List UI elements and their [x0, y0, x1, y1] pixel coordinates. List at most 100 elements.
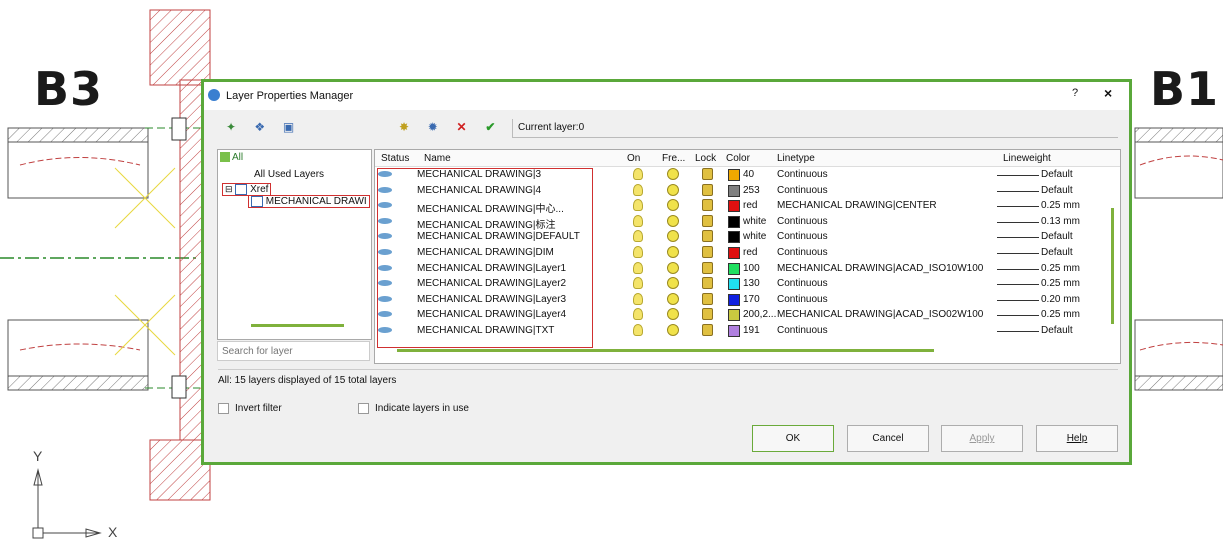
color-swatch[interactable]: [728, 262, 740, 275]
vertical-scrollbar[interactable]: [1111, 208, 1114, 324]
close-button[interactable]: ×: [1104, 85, 1112, 101]
lineweight[interactable]: Default: [1041, 185, 1073, 196]
set-current-icon[interactable]: ✔: [481, 120, 499, 136]
tree-scrollbar[interactable]: [251, 324, 344, 327]
title-bar[interactable]: Layer Properties Manager ? ×: [204, 82, 1129, 110]
lock-icon[interactable]: [702, 308, 713, 321]
lock-icon[interactable]: [702, 168, 713, 180]
on-bulb-icon[interactable]: [633, 277, 643, 290]
delete-layer-icon[interactable]: ✕: [453, 120, 471, 136]
horizontal-scrollbar[interactable]: [397, 349, 934, 352]
ok-button[interactable]: OK: [752, 425, 834, 452]
col-lineweight[interactable]: Lineweight: [1003, 153, 1051, 164]
cancel-button[interactable]: Cancel: [847, 425, 929, 452]
linetype[interactable]: MECHANICAL DRAWING|ACAD_ISO10W100: [777, 263, 983, 274]
lineweight[interactable]: 0.13 mm: [1041, 216, 1080, 227]
tree-node-all-used[interactable]: All Used Layers: [254, 169, 324, 180]
on-bulb-icon[interactable]: [633, 308, 643, 321]
collapse-icon[interactable]: ⊟: [225, 184, 233, 194]
freeze-sun-icon[interactable]: [667, 324, 679, 336]
linetype[interactable]: Continuous: [777, 216, 828, 227]
linetype[interactable]: Continuous: [777, 169, 828, 180]
linetype[interactable]: Continuous: [777, 185, 828, 196]
lock-icon[interactable]: [702, 277, 713, 290]
lock-icon[interactable]: [702, 292, 713, 305]
freeze-sun-icon[interactable]: [667, 168, 679, 180]
on-bulb-icon[interactable]: [633, 183, 643, 196]
color-swatch[interactable]: [728, 169, 740, 181]
on-bulb-icon[interactable]: [633, 292, 643, 305]
linetype[interactable]: MECHANICAL DRAWING|ACAD_ISO02W100: [777, 309, 983, 320]
help-button-bottom[interactable]: Help: [1036, 425, 1118, 452]
checkbox-box[interactable]: [218, 403, 229, 414]
col-freeze[interactable]: Fre...: [662, 153, 685, 164]
on-bulb-icon[interactable]: [633, 168, 643, 180]
lock-icon[interactable]: [702, 214, 713, 227]
lineweight[interactable]: 0.25 mm: [1041, 200, 1080, 211]
color-swatch[interactable]: [728, 231, 740, 244]
freeze-sun-icon[interactable]: [667, 183, 679, 196]
col-lock[interactable]: Lock: [695, 153, 716, 164]
on-bulb-icon[interactable]: [633, 246, 643, 258]
lock-icon[interactable]: [702, 324, 713, 336]
layer-states-icon[interactable]: ▣: [280, 120, 298, 136]
col-color[interactable]: Color: [726, 153, 750, 164]
on-bulb-icon[interactable]: [633, 261, 643, 274]
lineweight[interactable]: 0.25 mm: [1041, 263, 1080, 274]
linetype[interactable]: Continuous: [777, 247, 828, 258]
lineweight[interactable]: 0.20 mm: [1041, 294, 1080, 305]
color-swatch[interactable]: [728, 215, 740, 228]
apply-button[interactable]: Apply: [941, 425, 1023, 452]
lineweight[interactable]: Default: [1041, 231, 1073, 242]
color-swatch[interactable]: [728, 309, 740, 322]
lineweight[interactable]: 0.25 mm: [1041, 309, 1080, 320]
indicate-layers-checkbox[interactable]: Indicate layers in use: [358, 403, 469, 414]
linetype[interactable]: Continuous: [777, 294, 828, 305]
lineweight[interactable]: Default: [1041, 169, 1073, 180]
lock-icon[interactable]: [702, 246, 713, 258]
on-bulb-icon[interactable]: [633, 324, 643, 336]
linetype[interactable]: MECHANICAL DRAWING|CENTER: [777, 200, 937, 211]
freeze-sun-icon[interactable]: [667, 199, 679, 212]
color-swatch[interactable]: [728, 293, 740, 306]
col-status[interactable]: Status: [381, 153, 409, 164]
color-swatch[interactable]: [728, 200, 740, 213]
lineweight[interactable]: Default: [1041, 247, 1073, 258]
color-swatch[interactable]: [728, 184, 740, 197]
col-on[interactable]: On: [627, 153, 640, 164]
freeze-sun-icon[interactable]: [667, 277, 679, 290]
freeze-sun-icon[interactable]: [667, 230, 679, 243]
freeze-sun-icon[interactable]: [667, 292, 679, 305]
linetype[interactable]: Continuous: [777, 325, 828, 336]
search-input[interactable]: [217, 341, 370, 361]
color-swatch[interactable]: [728, 278, 740, 291]
col-name[interactable]: Name: [424, 153, 451, 164]
on-bulb-icon[interactable]: [633, 199, 643, 212]
on-bulb-icon[interactable]: [633, 214, 643, 227]
lock-icon[interactable]: [702, 183, 713, 196]
new-property-filter-icon[interactable]: ✦: [222, 120, 240, 136]
freeze-sun-icon[interactable]: [667, 261, 679, 274]
help-button[interactable]: ?: [1072, 87, 1078, 99]
new-layer-vp-frozen-icon[interactable]: ✹: [424, 120, 442, 136]
freeze-sun-icon[interactable]: [667, 308, 679, 321]
color-swatch[interactable]: [728, 247, 740, 259]
freeze-sun-icon[interactable]: [667, 246, 679, 258]
new-layer-icon[interactable]: ✸: [395, 120, 413, 136]
linetype[interactable]: Continuous: [777, 231, 828, 242]
freeze-sun-icon[interactable]: [667, 214, 679, 227]
tree-node-xref-child[interactable]: MECHANICAL DRAWI: [248, 195, 370, 209]
checkbox-box[interactable]: [358, 403, 369, 414]
lock-icon[interactable]: [702, 230, 713, 243]
col-linetype[interactable]: Linetype: [777, 153, 815, 164]
lineweight[interactable]: 0.25 mm: [1041, 278, 1080, 289]
tree-node-all[interactable]: All: [220, 152, 243, 163]
lock-icon[interactable]: [702, 261, 713, 274]
lock-icon[interactable]: [702, 199, 713, 212]
linetype[interactable]: Continuous: [777, 278, 828, 289]
lineweight[interactable]: Default: [1041, 325, 1073, 336]
color-swatch[interactable]: [728, 325, 740, 337]
on-bulb-icon[interactable]: [633, 230, 643, 243]
invert-filter-checkbox[interactable]: Invert filter: [218, 403, 282, 414]
new-group-filter-icon[interactable]: ❖: [251, 120, 269, 136]
